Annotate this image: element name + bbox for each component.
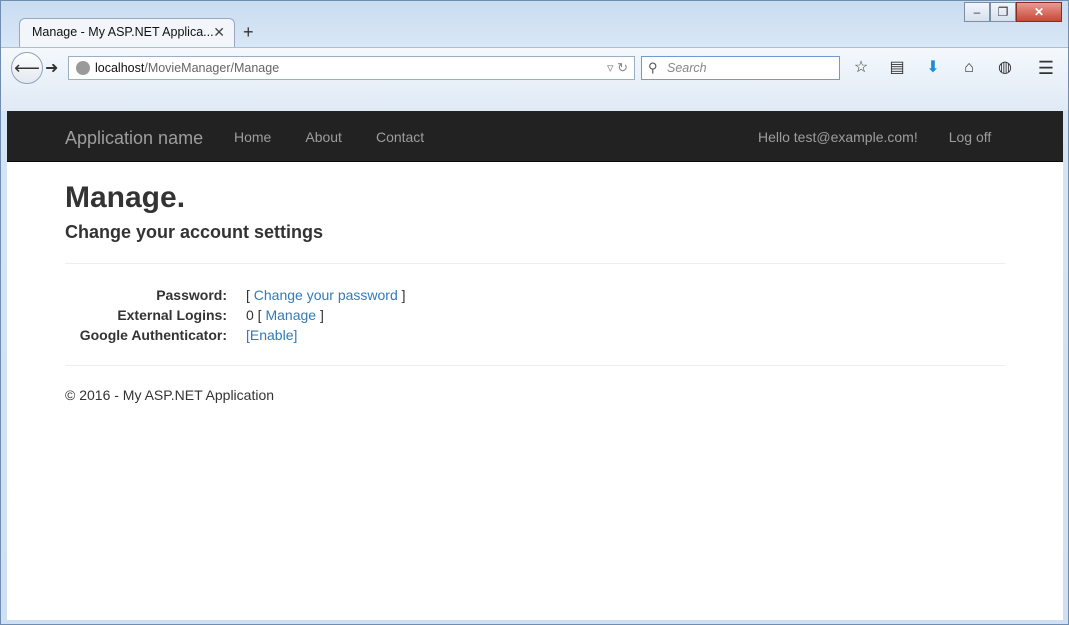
nav-user-area: Hello test@example.com! Log off [758,129,991,145]
manage-logins-link[interactable]: Manage [265,307,316,323]
restore-button[interactable]: ❐ [990,2,1016,22]
password-value: [ Change your password ] [227,285,1005,305]
hamburger-menu-icon[interactable]: ☰ [1038,58,1054,79]
search-input[interactable]: ⚲ Search [641,56,840,80]
main-content: Manage. Change your account settings Pas… [65,162,1005,403]
nav-links: Home About Contact [234,129,424,145]
site-navbar: Application name Home About Contact Hell… [7,111,1063,162]
logoff-link[interactable]: Log off [949,129,992,145]
page-viewport: Application name Home About Contact Hell… [7,111,1063,620]
close-window-button[interactable]: ✕ [1016,2,1062,22]
new-tab-icon[interactable]: + [243,22,254,43]
tab-close-icon[interactable]: ✕ [213,24,225,41]
external-logins-prefix: 0 [ [246,307,266,323]
page-subtitle: Change your account settings [65,222,324,242]
globe-icon [76,61,90,75]
toolbar-icons: ☆ ▤ ⬇ ⌂ ◍ [849,56,1017,80]
password-suffix: ] [397,287,406,303]
password-prefix: [ [246,287,254,303]
home-icon[interactable]: ⌂ [957,56,981,80]
external-logins-label: External Logins: [117,307,227,323]
nav-home-link[interactable]: Home [234,129,271,145]
user-greeting-link[interactable]: Hello test@example.com! [758,129,918,145]
address-bar[interactable]: localhost/MovieManager/Manage ▿ ↻ [68,56,635,80]
change-password-link[interactable]: Change your password [254,287,398,303]
search-placeholder: Search [667,61,707,75]
divider [65,263,1005,264]
browser-tab[interactable]: Manage - My ASP.NET Applica... ✕ [19,18,235,47]
search-icon: ⚲ [648,60,658,75]
external-logins-value: 0 [ Manage ] [227,305,1005,325]
footer-text: © 2016 - My ASP.NET Application [65,387,275,403]
browser-window: Manage - My ASP.NET Applica... ✕ + ‒ ❐ ✕… [0,0,1069,625]
external-logins-suffix: ] [316,307,324,323]
tab-title: Manage - My ASP.NET Applica... [32,25,214,39]
brand-link[interactable]: Application name [65,128,203,149]
minimize-button[interactable]: ‒ [964,2,990,22]
footer-divider [65,365,1005,366]
download-arrow-icon[interactable]: ⬇ [921,56,945,80]
globe-addon-icon[interactable]: ◍ [993,56,1017,80]
bookmark-star-icon[interactable]: ☆ [849,56,873,80]
google-authenticator-value: [Enable] [227,325,1005,345]
nav-about-link[interactable]: About [305,129,342,145]
account-settings-list: Password: [ Change your password ] Exter… [65,285,1005,345]
page-title: Manage. [65,181,186,214]
enable-authenticator-link[interactable]: [Enable] [246,327,297,343]
reading-list-icon[interactable]: ▤ [885,56,909,80]
back-arrow-icon[interactable]: ⟵ [11,52,43,84]
password-label: Password: [156,287,227,303]
google-authenticator-label: Google Authenticator: [79,327,227,343]
url-host: localhost [95,61,145,75]
forward-arrow-icon[interactable]: ➜ [45,58,58,78]
window-controls: ‒ ❐ ✕ [964,2,1062,22]
url-path: /MovieManager/Manage [144,61,280,75]
nav-contact-link[interactable]: Contact [376,129,424,145]
title-bar: Manage - My ASP.NET Applica... ✕ + ‒ ❐ ✕ [1,1,1068,47]
reload-icon[interactable]: ▿ ↻ [607,60,628,76]
browser-toolbar: ⟵ ➜ localhost/MovieManager/Manage ▿ ↻ ⚲ … [1,47,1068,111]
